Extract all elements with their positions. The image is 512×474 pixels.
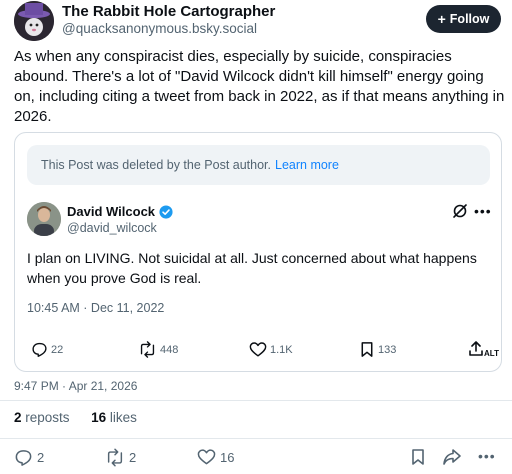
deleted-post-text: This Post was deleted by the Post author… xyxy=(41,158,271,172)
reply-count: 2 xyxy=(37,450,45,465)
reposts-count: 2 xyxy=(14,410,22,425)
likes-stat[interactable]: 16 likes xyxy=(91,410,137,425)
quoted-like-button[interactable]: 1.1K xyxy=(249,341,293,358)
author-display-name[interactable]: The Rabbit Hole Cartographer xyxy=(62,3,275,20)
quote-embed[interactable]: This Post was deleted by the Post author… xyxy=(14,132,502,372)
quoted-repost-count: 448 xyxy=(160,343,179,356)
follow-label: Follow xyxy=(449,12,490,26)
likes-count: 16 xyxy=(91,410,107,425)
follow-button[interactable]: + Follow xyxy=(426,5,501,33)
plus-icon: + xyxy=(437,11,446,27)
like-count: 16 xyxy=(220,449,235,465)
repost-icon xyxy=(140,341,155,358)
person-avatar-icon xyxy=(27,202,61,236)
bookmark-button[interactable] xyxy=(410,448,430,466)
divider xyxy=(0,400,512,401)
grok-icon[interactable] xyxy=(452,203,468,219)
share-button[interactable] xyxy=(442,448,466,466)
post-header: The Rabbit Hole Cartographer @quacksanon… xyxy=(0,0,512,44)
bookmark-icon xyxy=(412,449,424,465)
like-button[interactable]: 16 xyxy=(197,448,234,466)
quoted-post-time[interactable]: 10:45 AM · Dec 11, 2022 xyxy=(27,301,164,315)
post-action-bar: 2 2 16 ••• xyxy=(0,448,512,468)
divider xyxy=(0,438,512,439)
alt-text-button[interactable]: ALT xyxy=(469,339,499,358)
more-options-icon[interactable]: ••• xyxy=(474,203,492,219)
rabbit-avatar-icon xyxy=(14,1,54,41)
quoted-reply-button[interactable]: 22 xyxy=(31,341,63,358)
reply-icon xyxy=(15,450,32,466)
quoted-like-count: 1.1K xyxy=(270,343,293,356)
deleted-post-notice: This Post was deleted by the Post author… xyxy=(27,145,490,185)
quoted-bookmark-button[interactable]: 133 xyxy=(359,341,396,358)
quoted-repost-button[interactable]: 448 xyxy=(138,341,178,358)
reply-button[interactable]: 2 xyxy=(14,448,44,467)
reply-icon xyxy=(32,342,47,357)
engagement-stats: 2 reposts 16 likes xyxy=(14,410,137,425)
post-text: As when any conspiracist dies, especiall… xyxy=(14,48,505,125)
share-up-icon xyxy=(469,340,483,356)
quoted-action-bar: 22 448 1.1K 133 ALT xyxy=(15,339,503,361)
quoted-post-text: I plan on LIVING. Not suicidal at all. J… xyxy=(27,250,477,286)
post-timestamp[interactable]: 9:47 PM · Apr 21, 2026 xyxy=(14,379,137,393)
quoted-author-handle[interactable]: @david_wilcock xyxy=(67,221,157,235)
repost-button[interactable]: 2 xyxy=(105,448,136,467)
quoted-author-name-row[interactable]: David Wilcock xyxy=(67,204,173,219)
quoted-author-avatar[interactable] xyxy=(27,202,61,236)
quoted-author-name: David Wilcock xyxy=(67,204,156,219)
repost-count: 2 xyxy=(129,450,137,465)
verified-badge-icon xyxy=(159,204,173,219)
heart-icon xyxy=(249,342,267,357)
bookmark-icon xyxy=(361,342,373,357)
reposts-stat[interactable]: 2 reposts xyxy=(14,410,70,425)
likes-label: likes xyxy=(109,410,137,425)
share-arrow-icon xyxy=(443,449,461,465)
repost-icon xyxy=(107,448,123,467)
heart-icon xyxy=(197,449,216,465)
quoted-bookmark-count: 133 xyxy=(378,343,397,356)
author-avatar[interactable] xyxy=(14,1,54,41)
reposts-label: reposts xyxy=(25,410,70,425)
quoted-reply-count: 22 xyxy=(51,343,64,356)
alt-label: ALT xyxy=(484,349,499,358)
more-options-icon[interactable]: ••• xyxy=(478,448,496,464)
learn-more-link[interactable]: Learn more xyxy=(275,158,339,172)
author-handle[interactable]: @quacksanonymous.bsky.social xyxy=(62,21,257,36)
